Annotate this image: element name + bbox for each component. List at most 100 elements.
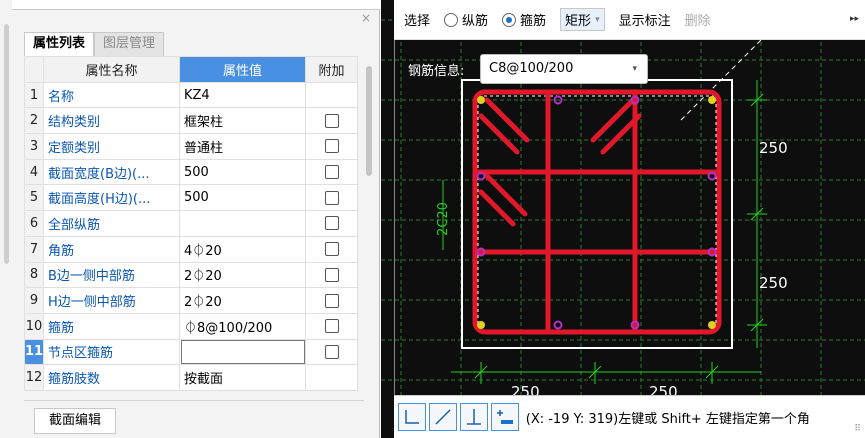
table-row[interactable]: 9 H边一侧中部筋 2⏀20 [24,287,358,314]
property-table: 属性名称 属性值 附加 1 名称 KZ4 2 结构类别 框架柱 3 定额类别 普通柱 4 截面宽度(… [24,56,358,391]
additional-checkbox[interactable] [324,165,339,180]
diagonal-line-icon[interactable] [428,403,457,431]
property-name-cell[interactable]: 全部纵筋 [43,210,180,237]
radio-stirrup-circle[interactable] [502,12,517,27]
additional-cell [305,338,358,366]
additional-cell [305,81,358,109]
additional-checkbox[interactable] [324,113,339,128]
rebar-info-label: 钢筋信息: [408,64,465,79]
divider [24,400,364,401]
table-row[interactable]: 10 箍筋 ⏀8@100/200 [24,312,358,340]
property-name-cell[interactable]: B边一侧中部筋 [43,261,180,289]
additional-checkbox[interactable] [324,216,339,231]
radio-longitudinal-label: 纵筋 [462,14,489,29]
property-name-cell[interactable]: 箍筋肢数 [43,364,180,391]
table-row[interactable]: 1 名称 KZ4 [24,81,358,109]
header-property-name[interactable]: 属性名称 [43,56,180,83]
close-icon[interactable]: × [361,12,371,24]
additional-checkbox[interactable] [324,267,339,282]
table-row[interactable]: 7 角筋 4⏀20 [24,235,358,263]
panel-splitter[interactable] [4,24,9,264]
row-index: 1 [24,81,44,109]
property-value-cell[interactable]: 2⏀20 [179,261,306,289]
row-index: 3 [24,133,44,160]
additional-checkbox[interactable] [324,319,339,334]
select-tool[interactable]: 选择 [404,10,430,29]
property-value-cell[interactable] [179,338,306,366]
table-row[interactable]: 5 截面高度(H边)(... 500 [24,184,358,212]
scrollbar-thumb[interactable] [366,66,372,176]
additional-checkbox[interactable] [324,190,339,205]
row-index: 7 [24,235,44,263]
property-name-cell[interactable]: 名称 [43,81,180,109]
row-index: 9 [24,287,44,314]
table-row[interactable]: 3 定额类别 普通柱 [24,133,358,160]
tab-layer-management[interactable]: 图层管理 [94,32,165,56]
table-scrollbar[interactable] [364,56,374,386]
section-edit-button[interactable]: 截面编辑 [34,408,116,434]
radio-longitudinal[interactable]: 纵筋 [444,10,488,29]
property-name-cell[interactable]: 箍筋 [43,312,180,340]
resize-grip-icon[interactable]: ⠿ [854,424,861,434]
property-value-cell[interactable]: ⏀8@100/200 [179,312,306,340]
property-name-cell[interactable]: 角筋 [43,235,180,263]
status-message: (X: -19 Y: 319)左键或 Shift+ 左键指定第一个角 [525,411,810,427]
additional-cell [305,184,358,212]
property-name-cell[interactable]: 定额类别 [43,133,180,160]
property-value-cell[interactable]: 500 [179,158,306,186]
rebar-info-combo[interactable]: C8@100/200 ▾ [480,54,648,84]
property-panel: × 属性列表 图层管理 属性名称 属性值 附加 1 名称 KZ4 2 结构类别 框架柱 3 定… [0,0,380,438]
chevron-down-icon: ▾ [595,14,600,25]
additional-checkbox[interactable] [324,242,339,257]
tab-property-list[interactable]: 属性列表 [24,32,95,56]
row-index: 10 [24,312,44,340]
property-name-cell[interactable]: 节点区箍筋 [43,338,180,366]
property-value-cell[interactable]: 4⏀20 [179,235,306,263]
header-property-value[interactable]: 属性值 [179,56,306,83]
rebar-info-value: C8@100/200 [489,61,574,76]
shape-dropdown[interactable]: 矩形 ▾ [560,8,605,31]
property-value-cell[interactable]: 普通柱 [179,133,306,160]
table-row[interactable]: 8 B边一侧中部筋 2⏀20 [24,261,358,289]
additional-checkbox[interactable] [324,139,339,154]
table-row[interactable]: 6 全部纵筋 [24,210,358,237]
orthogonal-icon[interactable] [398,403,426,431]
additional-checkbox[interactable] [324,293,339,308]
property-name-cell[interactable]: 截面高度(H边)(... [43,184,180,212]
additional-cell [305,287,358,314]
row-index: 12 [24,364,44,391]
property-name-cell[interactable]: H边一侧中部筋 [43,287,180,314]
status-bar: (X: -19 Y: 319)左键或 Shift+ 左键指定第一个角 ⠿ [394,395,865,438]
property-value-cell[interactable]: KZ4 [179,81,306,109]
add-point-icon[interactable] [490,403,519,431]
additional-checkbox[interactable] [324,344,339,359]
property-value-cell[interactable]: 框架柱 [179,107,306,135]
radio-stirrup[interactable]: 箍筋 [502,10,546,29]
radio-longitudinal-circle[interactable] [444,12,459,27]
additional-cell [305,364,358,391]
show-dimension-button[interactable]: 显示标注 [619,10,671,29]
table-row[interactable]: 4 截面宽度(B边)(... 500 [24,158,358,186]
property-name-cell[interactable]: 结构类别 [43,107,180,135]
additional-cell [305,261,358,289]
additional-cell [305,107,358,135]
delete-button[interactable]: 删除 [685,10,711,29]
header-index [24,56,44,83]
property-value-cell[interactable]: 2⏀20 [179,287,306,314]
row-index: 2 [24,107,44,135]
additional-cell [305,312,358,340]
property-value-cell[interactable]: 按截面 [179,364,306,391]
more-icon[interactable]: ▸▸ [850,14,859,24]
additional-cell [305,235,358,263]
row-index: 11 [24,338,44,366]
perpendicular-icon[interactable] [459,403,488,431]
property-value-cell[interactable] [179,210,306,237]
shape-value: 矩形 [565,14,592,29]
header-additional[interactable]: 附加 [305,56,358,83]
table-row[interactable]: 2 结构类别 框架柱 [24,107,358,135]
property-value-cell[interactable]: 500 [179,184,306,212]
property-name-cell[interactable]: 截面宽度(B边)(... [43,158,180,186]
table-row[interactable]: 11 节点区箍筋 [24,338,358,366]
table-row[interactable]: 12 箍筋肢数 按截面 [24,364,358,391]
table-header-row: 属性名称 属性值 附加 [24,56,358,83]
